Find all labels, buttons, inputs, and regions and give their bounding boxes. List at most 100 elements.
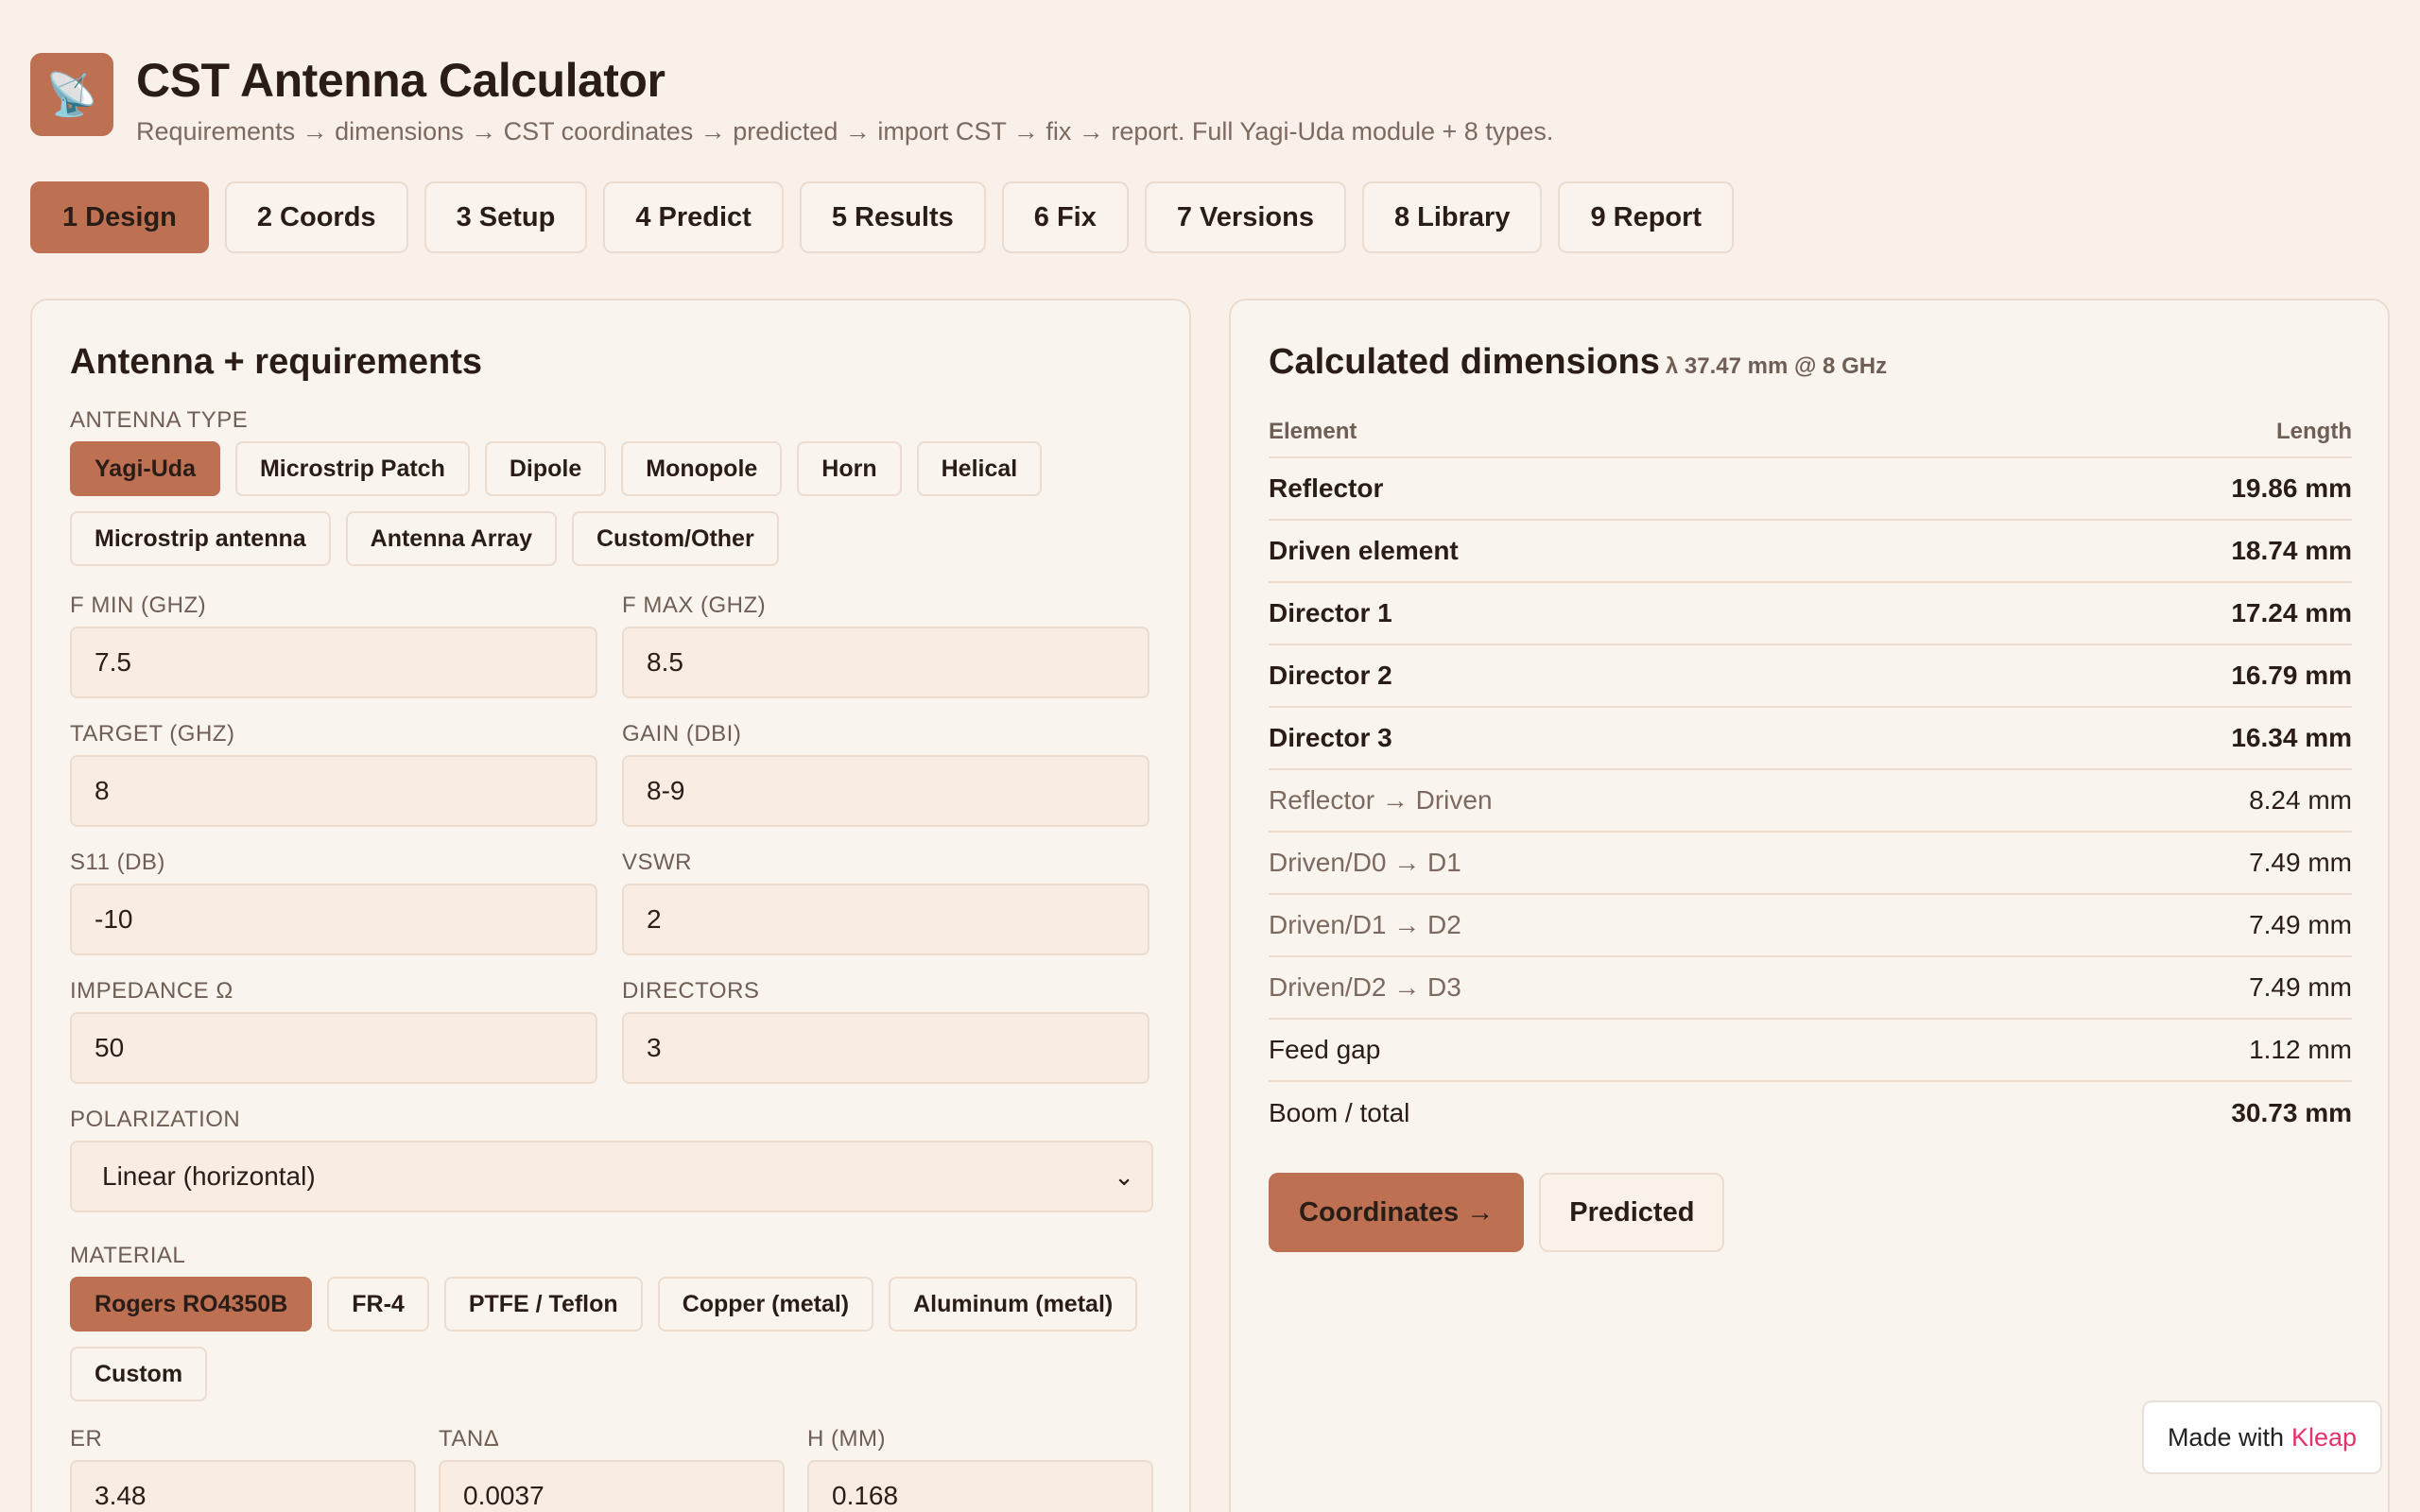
chip-custom[interactable]: Custom: [70, 1347, 208, 1401]
tab-fix[interactable]: 6 Fix: [1001, 181, 1129, 253]
badge-prefix: Made with: [2167, 1422, 2284, 1452]
row-element: Driven/D2 → D3: [1269, 972, 1461, 1002]
fmin-label: F MIN (GHZ): [70, 593, 207, 618]
tab-report[interactable]: 9 Report: [1558, 181, 1735, 253]
fmin-input[interactable]: 7.5: [70, 627, 597, 698]
field-tand: TANΔ 0.0037: [439, 1426, 785, 1512]
s11-label: S11 (DB): [70, 850, 165, 875]
row-element: Boom / total: [1269, 1098, 1410, 1127]
gain-label: GAIN (DBI): [622, 721, 742, 747]
er-input[interactable]: 3.48: [70, 1460, 416, 1512]
row-element: Driven/D0 → D1: [1269, 848, 1461, 877]
requirements-title: Antenna + requirements: [70, 342, 483, 382]
field-s11: S11 (DB) -10: [70, 850, 597, 955]
predicted-button[interactable]: Predicted: [1539, 1173, 1725, 1252]
field-gain: GAIN (DBI) 8-9: [622, 721, 1150, 827]
h-label: H (MM): [807, 1426, 886, 1452]
chip-microstrip-antenna[interactable]: Microstrip antenna: [70, 511, 331, 566]
chip-rogers[interactable]: Rogers RO4350B: [70, 1277, 313, 1332]
antenna-type-label: ANTENNA TYPE: [70, 407, 249, 433]
chevron-down-icon: ⌄: [1114, 1161, 1134, 1191]
chip-dipole[interactable]: Dipole: [484, 441, 607, 496]
chip-yagi-uda[interactable]: Yagi-Uda: [70, 441, 220, 496]
table-row: Director 1 17.24 mm: [1269, 583, 2352, 645]
requirements-grid: F MIN (GHZ) 7.5 F MAX (GHZ) 8.5 TARGET (…: [70, 593, 1153, 1084]
satellite-dish-icon: 📡: [30, 53, 113, 136]
s11-input[interactable]: -10: [70, 884, 597, 955]
h-input[interactable]: 0.168: [807, 1460, 1153, 1512]
directors-input[interactable]: 3: [622, 1012, 1150, 1084]
polarization-select[interactable]: Linear (horizontal) ⌄: [70, 1141, 1153, 1212]
chip-horn[interactable]: Horn: [797, 441, 902, 496]
chip-antenna-array[interactable]: Antenna Array: [345, 511, 557, 566]
field-fmax: F MAX (GHZ) 8.5: [622, 593, 1150, 698]
table-row: Reflector → Driven 8.24 mm: [1269, 770, 2352, 833]
directors-label: DIRECTORS: [622, 978, 760, 1004]
vswr-input[interactable]: 2: [622, 884, 1150, 955]
row-length: 16.34 mm: [2231, 723, 2352, 752]
row-length: 16.79 mm: [2231, 661, 2352, 690]
wavelength-subtitle: λ 37.47 mm @ 8 GHz: [1665, 353, 1888, 379]
field-vswr: VSWR 2: [622, 850, 1150, 955]
dimensions-title: Calculated dimensions: [1269, 342, 1660, 382]
field-target: TARGET (GHZ) 8: [70, 721, 597, 827]
row-length: 18.74 mm: [2231, 536, 2352, 565]
table-row: Feed gap 1.12 mm: [1269, 1020, 2352, 1082]
table-row: Reflector 19.86 mm: [1269, 458, 2352, 521]
table-row: Driven element 18.74 mm: [1269, 521, 2352, 583]
row-length: 17.24 mm: [2231, 598, 2352, 627]
row-element: Director 1: [1269, 598, 1392, 627]
dimensions-card: Calculated dimensions λ 37.47 mm @ 8 GHz…: [1229, 299, 2390, 1512]
chip-monopole[interactable]: Monopole: [621, 441, 783, 496]
chip-ptfe[interactable]: PTFE / Teflon: [443, 1277, 643, 1332]
made-with-kleap-badge[interactable]: Made with Kleap: [2142, 1400, 2382, 1474]
tab-library[interactable]: 8 Library: [1361, 181, 1543, 253]
table-row: Driven/D1 → D2 7.49 mm: [1269, 895, 2352, 957]
tab-predict[interactable]: 4 Predict: [603, 181, 784, 253]
row-length: 30.73 mm: [2231, 1098, 2352, 1127]
row-length: 7.49 mm: [2249, 972, 2352, 1002]
row-element: Driven/D1 → D2: [1269, 910, 1461, 939]
chip-fr4[interactable]: FR-4: [327, 1277, 429, 1332]
fmax-label: F MAX (GHZ): [622, 593, 767, 618]
row-element: Director 2: [1269, 661, 1392, 690]
app-header: 📡 CST Antenna Calculator Requirements → …: [30, 51, 1553, 147]
chip-helical[interactable]: Helical: [916, 441, 1043, 496]
antenna-type-chips: Yagi-Uda Microstrip Patch Dipole Monopol…: [70, 441, 1148, 566]
row-length: 7.49 mm: [2249, 848, 2352, 877]
impedance-input[interactable]: 50: [70, 1012, 597, 1084]
chip-microstrip-patch[interactable]: Microstrip Patch: [234, 441, 470, 496]
row-element: Reflector: [1269, 473, 1384, 503]
col-length: Length: [2276, 419, 2352, 444]
target-label: TARGET (GHZ): [70, 721, 235, 747]
field-fmin: F MIN (GHZ) 7.5: [70, 593, 597, 698]
tab-results[interactable]: 5 Results: [799, 181, 986, 253]
coordinates-button[interactable]: Coordinates →: [1269, 1173, 1525, 1252]
tab-design[interactable]: 1 Design: [30, 181, 209, 253]
fmax-input[interactable]: 8.5: [622, 627, 1150, 698]
field-h: H (MM) 0.168: [807, 1426, 1153, 1512]
row-element: Feed gap: [1269, 1035, 1381, 1064]
page-subtitle: Requirements → dimensions → CST coordina…: [136, 117, 1554, 146]
dimensions-table-body: Reflector 19.86 mm Driven element 18.74 mm D…: [1269, 458, 2352, 1144]
material-chips: Rogers RO4350B FR-4 PTFE / Teflon Copper…: [70, 1277, 1148, 1401]
gain-input[interactable]: 8-9: [622, 755, 1150, 827]
field-impedance: IMPEDANCE Ω 50: [70, 978, 597, 1084]
table-row: Boom / total 30.73 mm: [1269, 1082, 2352, 1144]
target-input[interactable]: 8: [70, 755, 597, 827]
tand-label: TANΔ: [439, 1426, 500, 1452]
badge-brand: Kleap: [2291, 1422, 2358, 1452]
field-directors: DIRECTORS 3: [622, 978, 1150, 1084]
tab-setup[interactable]: 3 Setup: [424, 181, 588, 253]
tab-versions[interactable]: 7 Versions: [1144, 181, 1346, 253]
vswr-label: VSWR: [622, 850, 692, 875]
tab-coords[interactable]: 2 Coords: [224, 181, 408, 253]
er-label: ER: [70, 1426, 103, 1452]
tand-input[interactable]: 0.0037: [439, 1460, 785, 1512]
dimensions-actions: Coordinates → Predicted: [1269, 1173, 2352, 1252]
chip-aluminum[interactable]: Aluminum (metal): [889, 1277, 1138, 1332]
chip-custom-other[interactable]: Custom/Other: [572, 511, 779, 566]
row-length: 19.86 mm: [2231, 473, 2352, 503]
chip-copper[interactable]: Copper (metal): [657, 1277, 874, 1332]
row-element: Driven element: [1269, 536, 1459, 565]
